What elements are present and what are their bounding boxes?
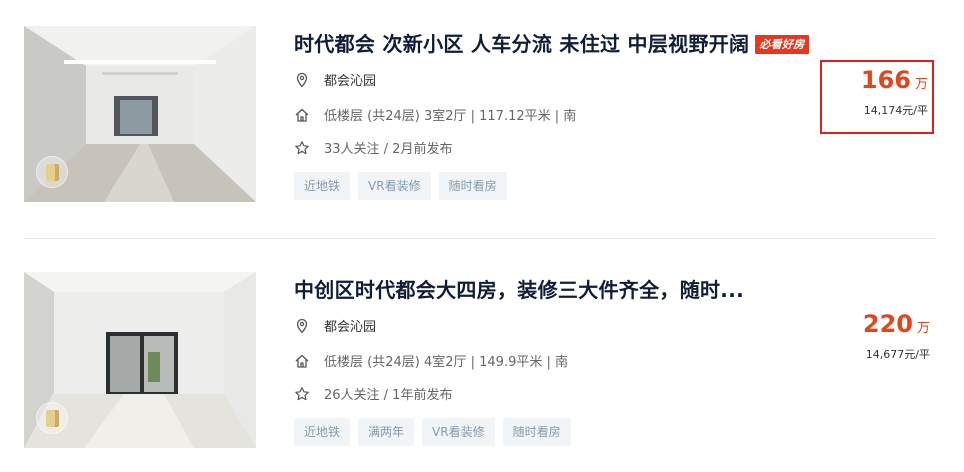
follow-text: 26人关注 / 1年前发布 <box>324 388 453 403</box>
listing-photo[interactable] <box>24 272 256 448</box>
tag: 随时看房 <box>438 172 507 200</box>
must-see-badge: 必看好房 <box>755 35 809 54</box>
tag: 随时看房 <box>502 418 571 446</box>
listing-card[interactable]: 时代都会 次新小区 人车分流 未住过 中层视野开阔 必看好房 都会沁园 低楼层 (… <box>24 26 936 206</box>
location-pin-icon <box>294 72 310 88</box>
star-icon <box>294 140 310 156</box>
price-unit: 万 <box>914 77 928 92</box>
tag-list: 近地铁 VR看装修 随时看房 <box>294 172 515 200</box>
tag: 满两年 <box>358 418 415 446</box>
house-icon <box>294 353 310 369</box>
unit-price: 14,174元/平 <box>863 104 928 117</box>
listing-title-text[interactable]: 中创区时代都会大四房，装修三大件齐全，随时... <box>294 278 744 302</box>
tag: 近地铁 <box>294 172 351 200</box>
community-row: 都会沁园 <box>294 70 376 89</box>
vr-icon[interactable] <box>36 156 68 188</box>
listing-title-text[interactable]: 时代都会 次新小区 人车分流 未住过 中层视野开阔 <box>294 32 749 56</box>
tag-list: 近地铁 满两年 VR看装修 随时看房 <box>294 418 579 446</box>
follow-row: 33人关注 / 2月前发布 <box>294 138 452 157</box>
community-row: 都会沁园 <box>294 316 376 335</box>
listing-photo[interactable] <box>24 26 256 202</box>
price-unit: 万 <box>916 321 930 336</box>
tag: VR看装修 <box>422 418 495 446</box>
unit-price: 14,677元/平 <box>865 348 930 361</box>
follow-text: 33人关注 / 2月前发布 <box>324 142 453 157</box>
community-link[interactable]: 都会沁园 <box>324 70 376 89</box>
total-price-value: 166 <box>860 66 911 94</box>
vr-icon[interactable] <box>36 402 68 434</box>
follow-row: 26人关注 / 1年前发布 <box>294 384 452 403</box>
total-price: 220 万 <box>820 310 930 338</box>
listing-title[interactable]: 中创区时代都会大四房，装修三大件齐全，随时... <box>294 274 744 303</box>
house-info-text: 低楼层 (共24层) 4室2厅 | 149.9平米 | 南 <box>324 355 568 370</box>
location-pin-icon <box>294 318 310 334</box>
house-info-row: 低楼层 (共24层) 4室2厅 | 149.9平米 | 南 <box>294 351 568 370</box>
total-price: 166 万 <box>822 66 928 94</box>
star-icon <box>294 386 310 402</box>
house-icon <box>294 107 310 123</box>
tag: VR看装修 <box>358 172 431 200</box>
price-box: 220 万 14,677元/平 <box>820 306 934 380</box>
listing-title[interactable]: 时代都会 次新小区 人车分流 未住过 中层视野开阔 必看好房 <box>294 28 809 57</box>
house-info-text: 低楼层 (共24层) 3室2厅 | 117.12平米 | 南 <box>324 109 577 124</box>
listing-divider <box>24 238 936 239</box>
total-price-value: 220 <box>862 310 913 338</box>
tag: 近地铁 <box>294 418 351 446</box>
price-box: 166 万 14,174元/平 <box>820 60 934 134</box>
house-info-row: 低楼层 (共24层) 3室2厅 | 117.12平米 | 南 <box>294 105 576 124</box>
community-link[interactable]: 都会沁园 <box>324 316 376 335</box>
listing-card[interactable]: 中创区时代都会大四房，装修三大件齐全，随时... 都会沁园 低楼层 (共24层)… <box>24 272 936 448</box>
